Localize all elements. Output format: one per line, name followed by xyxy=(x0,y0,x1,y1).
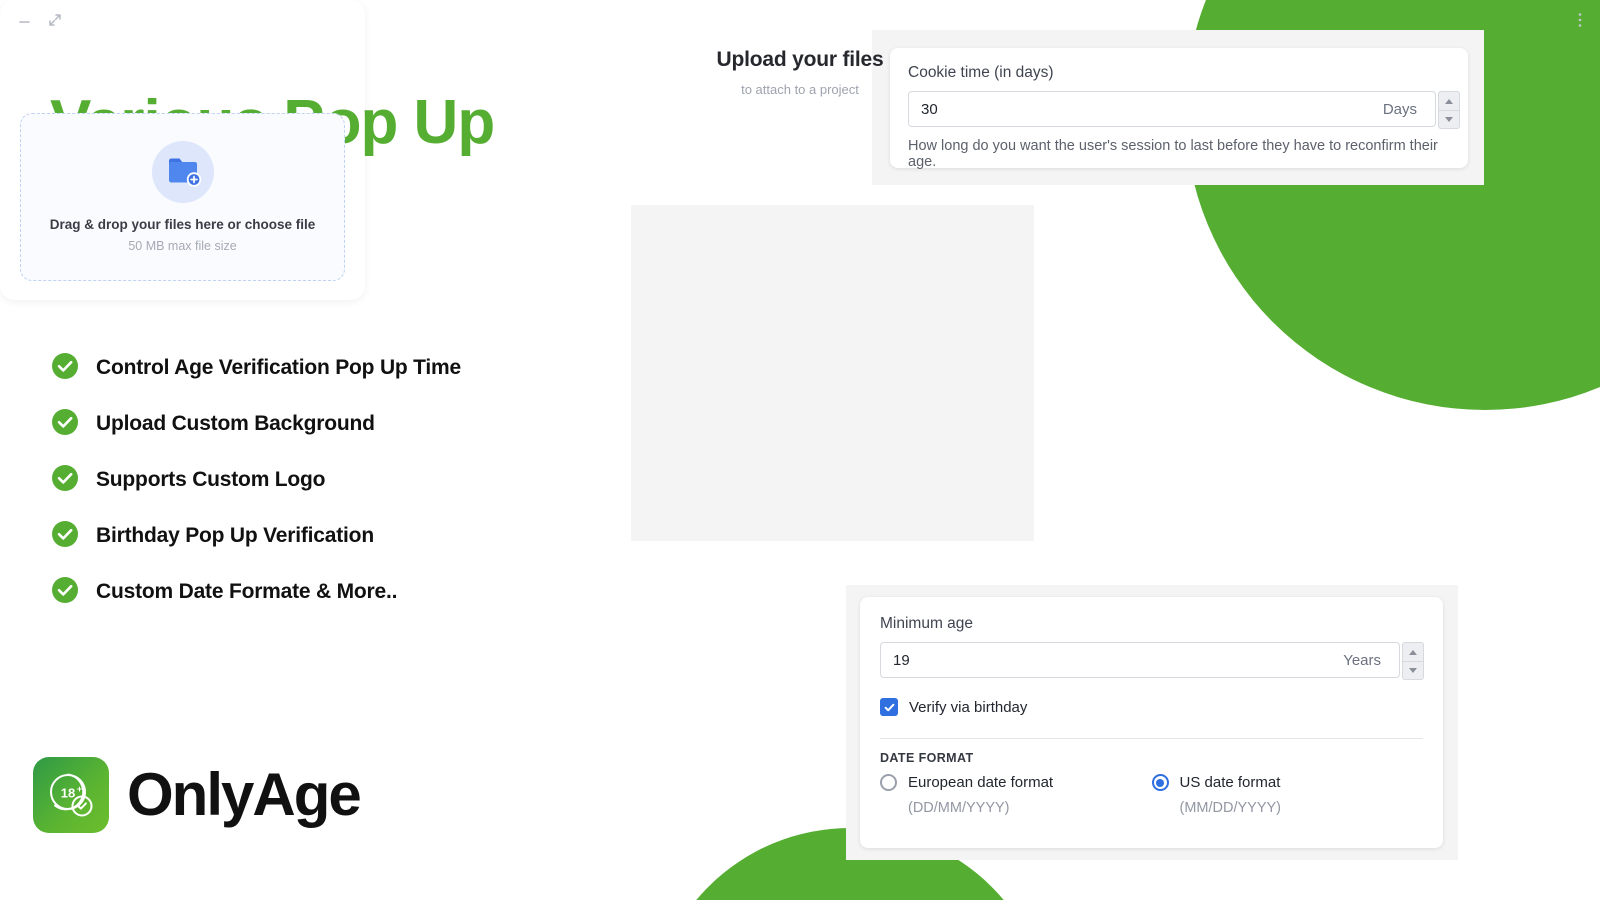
verify-via-birthday-checkbox[interactable]: Verify via birthday xyxy=(880,698,1423,716)
feature-label: Upload Custom Background xyxy=(96,412,375,435)
upload-card-title: Upload your files xyxy=(716,48,884,71)
cookie-time-value: 30 xyxy=(921,100,938,118)
upload-card-titlebar xyxy=(0,0,1600,40)
checkbox-label: Verify via birthday xyxy=(909,698,1028,716)
caret-up-icon xyxy=(1445,98,1453,104)
caret-down-icon xyxy=(1445,117,1453,122)
brand-name: OnlyAge xyxy=(127,761,362,828)
minimum-age-label: Minimum age xyxy=(880,615,974,632)
minimum-age-stepper-down[interactable] xyxy=(1402,661,1424,680)
list-item: Control Age Verification Pop Up Time xyxy=(50,340,610,396)
cookie-time-stepper-down[interactable] xyxy=(1438,110,1460,129)
feature-list: Control Age Verification Pop Up Time Upl… xyxy=(50,340,610,620)
checkmark-icon xyxy=(884,703,894,711)
age-18-plus-verified-icon: 18 + xyxy=(33,757,109,833)
upload-card-subtitle: to attach to a project xyxy=(741,82,859,97)
list-item: Custom Date Formate & More.. xyxy=(50,564,610,620)
dropzone-max-size: 50 MB max file size xyxy=(128,239,237,253)
radio-pattern-us: (MM/DD/YYYY) xyxy=(1179,800,1282,816)
page-root: Various Pop Up Features Control Age Veri… xyxy=(0,0,1600,900)
minimum-age-input[interactable]: 19 Years xyxy=(880,642,1424,680)
radio-button-us[interactable] xyxy=(1151,774,1169,791)
date-format-radio-group: European date format (DD/MM/YYYY) US dat… xyxy=(880,774,1423,816)
dropzone-instruction: Drag & drop your files here or choose fi… xyxy=(49,217,316,232)
list-item: Birthday Pop Up Verification xyxy=(50,508,610,564)
check-circle-icon xyxy=(50,463,80,498)
cookie-time-unit: Days xyxy=(1382,100,1417,118)
check-circle-icon xyxy=(50,351,80,386)
upload-files-card: Upload your files to attach to a project… xyxy=(0,0,1582,300)
feature-label: Birthday Pop Up Verification xyxy=(96,524,374,547)
radio-button-european[interactable] xyxy=(880,774,897,791)
svg-text:18: 18 xyxy=(61,786,75,801)
minimum-age-stepper-up[interactable] xyxy=(1402,642,1424,661)
feature-label: Control Age Verification Pop Up Time xyxy=(96,356,462,379)
expand-arrows-icon[interactable] xyxy=(48,13,62,27)
file-dropzone[interactable]: Drag & drop your files here or choose fi… xyxy=(20,113,345,281)
brand-logo: 18 + OnlyAge xyxy=(33,757,362,833)
radio-pattern-european: (DD/MM/YYYY) xyxy=(908,800,1010,816)
list-item: Supports Custom Logo xyxy=(50,452,610,508)
svg-text:+: + xyxy=(77,784,82,794)
date-format-option-european[interactable]: European date format (DD/MM/YYYY) xyxy=(880,774,1152,816)
caret-up-icon xyxy=(1409,649,1417,655)
check-circle-icon xyxy=(50,407,80,442)
checkbox-box[interactable] xyxy=(880,698,898,716)
radio-row-european[interactable]: European date format xyxy=(880,774,1152,791)
minimum-age-unit: Years xyxy=(1343,651,1381,669)
radio-selected-dot xyxy=(1156,778,1164,787)
radio-label-european: European date format xyxy=(908,774,1054,791)
radio-row-us[interactable]: US date format xyxy=(1151,774,1424,791)
minimum-age-stepper[interactable] xyxy=(1402,642,1424,680)
feature-label: Supports Custom Logo xyxy=(96,468,326,491)
date-format-caption: DATE FORMAT xyxy=(880,751,974,765)
age-settings-card: Minimum age 19 Years Verify via birthday xyxy=(860,597,1443,848)
radio-label-us: US date format xyxy=(1179,774,1281,791)
caret-down-icon xyxy=(1409,668,1417,673)
check-circle-icon xyxy=(50,575,80,610)
minimize-icon[interactable] xyxy=(18,13,32,27)
list-item: Upload Custom Background xyxy=(50,396,610,452)
section-divider xyxy=(880,738,1423,739)
feature-label: Custom Date Formate & More.. xyxy=(96,580,398,603)
cookie-time-help: How long do you want the user's session … xyxy=(908,138,1438,170)
upload-widget-frame xyxy=(631,205,1034,541)
more-vertical-icon[interactable] xyxy=(1578,12,1582,28)
folder-add-icon xyxy=(151,141,214,203)
check-circle-icon xyxy=(50,519,80,554)
date-format-option-us[interactable]: US date format (MM/DD/YYYY) xyxy=(1151,774,1424,816)
minimum-age-value: 19 xyxy=(893,651,910,669)
